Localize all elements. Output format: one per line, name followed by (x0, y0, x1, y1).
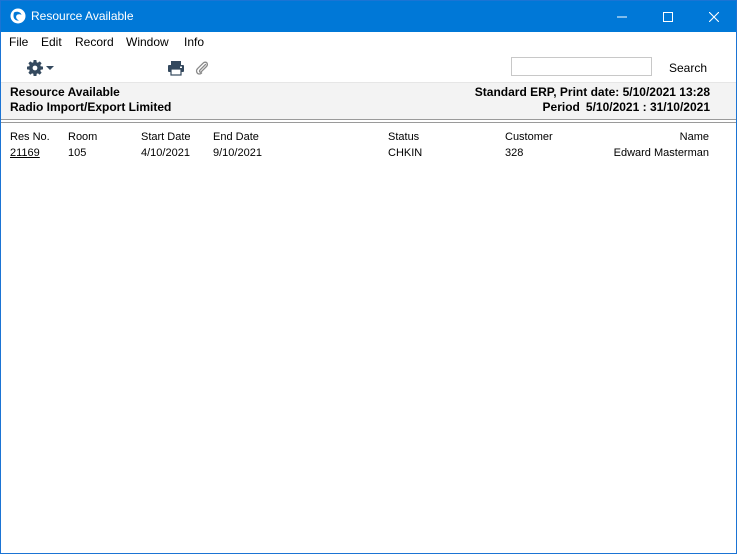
toolbar: Search (1, 52, 736, 83)
period-label: Period (542, 100, 580, 114)
gear-icon[interactable] (26, 59, 56, 77)
close-button[interactable] (691, 1, 737, 32)
title-bar[interactable]: Resource Available (1, 1, 736, 32)
menu-file[interactable]: File (9, 35, 28, 49)
column-header-end-date: End Date (213, 131, 259, 143)
end-date-cell: 9/10/2021 (213, 147, 262, 159)
menu-info[interactable]: Info (184, 35, 204, 49)
menu-record[interactable]: Record (75, 35, 114, 49)
room-cell: 105 (68, 147, 87, 159)
paperclip-icon[interactable] (194, 59, 210, 77)
column-header-start-date: Start Date (141, 131, 191, 143)
app-logo-icon (10, 8, 26, 24)
menu-bar: File Edit Record Window Info (1, 32, 736, 52)
column-header-status: Status (388, 131, 420, 143)
company-name: Radio Import/Export Limited (10, 100, 172, 114)
header-divider-top (1, 119, 736, 120)
menu-window[interactable]: Window (126, 35, 169, 49)
customer-cell: 328 (505, 147, 524, 159)
print-info: Standard ERP, Print date: 5/10/2021 13:2… (474, 85, 710, 99)
app-window: Resource Available File Edit Record Wind… (0, 0, 737, 554)
name-cell: Edward Masterman (613, 147, 709, 159)
res-no-link[interactable]: 21169 (10, 147, 40, 159)
search-button[interactable]: Search (669, 61, 707, 75)
period-value: 5/10/2021 : 31/10/2021 (585, 100, 710, 114)
report-title: Resource Available (10, 85, 120, 99)
print-icon[interactable] (167, 60, 185, 76)
header-divider-bottom (1, 122, 736, 123)
maximize-button[interactable] (645, 1, 691, 32)
minimize-button[interactable] (599, 1, 645, 32)
column-header-name: Name (679, 131, 709, 143)
column-header-res-no: Res No. (10, 131, 50, 143)
menu-edit[interactable]: Edit (41, 35, 62, 49)
search-input[interactable] (511, 57, 652, 76)
report-header: Resource Available Radio Import/Export L… (1, 83, 736, 119)
column-header-customer: Customer (505, 131, 553, 143)
column-header-room: Room (68, 131, 98, 143)
status-cell: CHKIN (388, 147, 423, 159)
report-period: Period 5/10/2021 : 31/10/2021 (543, 100, 710, 114)
start-date-cell: 4/10/2021 (141, 147, 190, 159)
window-title: Resource Available (31, 9, 134, 23)
